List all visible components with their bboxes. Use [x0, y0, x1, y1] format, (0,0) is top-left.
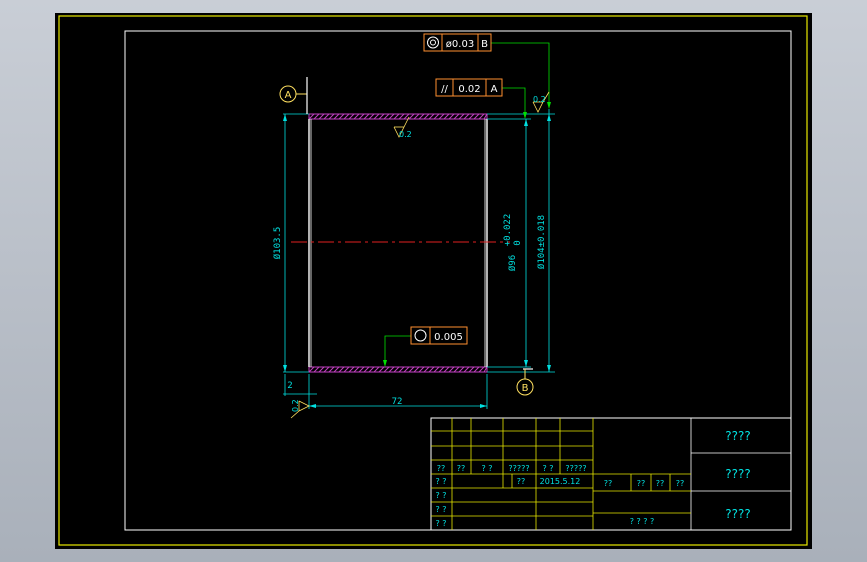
datum-a: A	[279, 77, 308, 114]
tb-design-sign: ??	[517, 477, 526, 486]
concentricity-datum: B	[481, 39, 488, 50]
concentricity-value: ø0.03	[446, 39, 474, 50]
dim-inner-lower: 0	[513, 240, 523, 245]
datum-b-label: B	[522, 383, 529, 394]
tb-check-label: ? ?	[435, 491, 446, 500]
tb-approve-label: ? ?	[435, 519, 446, 528]
cylindricity-icon	[414, 329, 427, 342]
tb-header-1: ??	[437, 464, 446, 473]
tb-drawing-no: ????	[725, 467, 750, 481]
roughness-right: 0.2	[532, 91, 550, 113]
hatch-top	[308, 113, 488, 120]
cylindricity-value: 0.005	[434, 332, 463, 343]
tb-design-label: ? ?	[435, 477, 446, 486]
title-block: ?? ?? ? ? ????? ? ? ????? ? ? ?? 2015.5.…	[430, 417, 792, 531]
dim-chamfer: 2	[287, 381, 292, 391]
tb-design-date: 2015.5.12	[540, 477, 581, 486]
tb-process-label: ? ?	[435, 505, 446, 514]
concentricity-icon	[427, 36, 439, 49]
roughness-top-value: 0.2	[399, 130, 412, 139]
tb-header-6: ?????	[565, 464, 586, 473]
tb-company: ????	[725, 507, 750, 521]
engineering-drawing: A B ø0.03 B // 0.02 A 0.005 0.2 0.2 0.2 …	[58, 15, 808, 546]
dim-length: 72	[392, 397, 403, 407]
tb-header-2: ??	[457, 464, 466, 473]
outer-frame	[58, 15, 808, 546]
tb-part-name: ????	[725, 429, 750, 443]
tb-mid-4: ??	[676, 479, 685, 488]
tb-mid-bottom: ? ? ? ?	[630, 517, 655, 526]
dim-inner-upper: +0.022	[503, 214, 513, 247]
dim-overall-dia: Ø104±0.018	[536, 215, 547, 269]
cylindricity-frame: 0.005	[410, 326, 468, 345]
parallelism-frame: // 0.02 A	[435, 78, 503, 97]
concentricity-frame: ø0.03 B	[423, 33, 492, 52]
datum-a-label: A	[285, 90, 292, 101]
drawing-canvas: A B ø0.03 B // 0.02 A 0.005 0.2 0.2 0.2 …	[55, 13, 812, 549]
tb-mid-1: ??	[604, 479, 613, 488]
parallelism-value: 0.02	[458, 84, 480, 95]
tb-header-5: ? ?	[542, 464, 553, 473]
hatch-bottom	[308, 366, 488, 373]
roughness-bottom-left-value: 0.2	[291, 399, 300, 412]
parallelism-icon: //	[441, 84, 448, 95]
datum-b: B	[516, 368, 534, 396]
roughness-right-value: 0.2	[533, 95, 546, 104]
part-outline	[308, 119, 488, 367]
roughness-bottom-left: 0.2	[290, 399, 310, 419]
tb-mid-2: ??	[637, 479, 646, 488]
dim-inner-dia: Ø96	[507, 255, 518, 271]
roughness-top: 0.2	[393, 116, 412, 139]
parallelism-datum: A	[491, 84, 498, 95]
dim-outer-dia: Ø103.5	[272, 227, 283, 260]
tb-mid-3: ??	[656, 479, 665, 488]
tb-header-3: ? ?	[481, 464, 492, 473]
tb-header-4: ?????	[508, 464, 529, 473]
